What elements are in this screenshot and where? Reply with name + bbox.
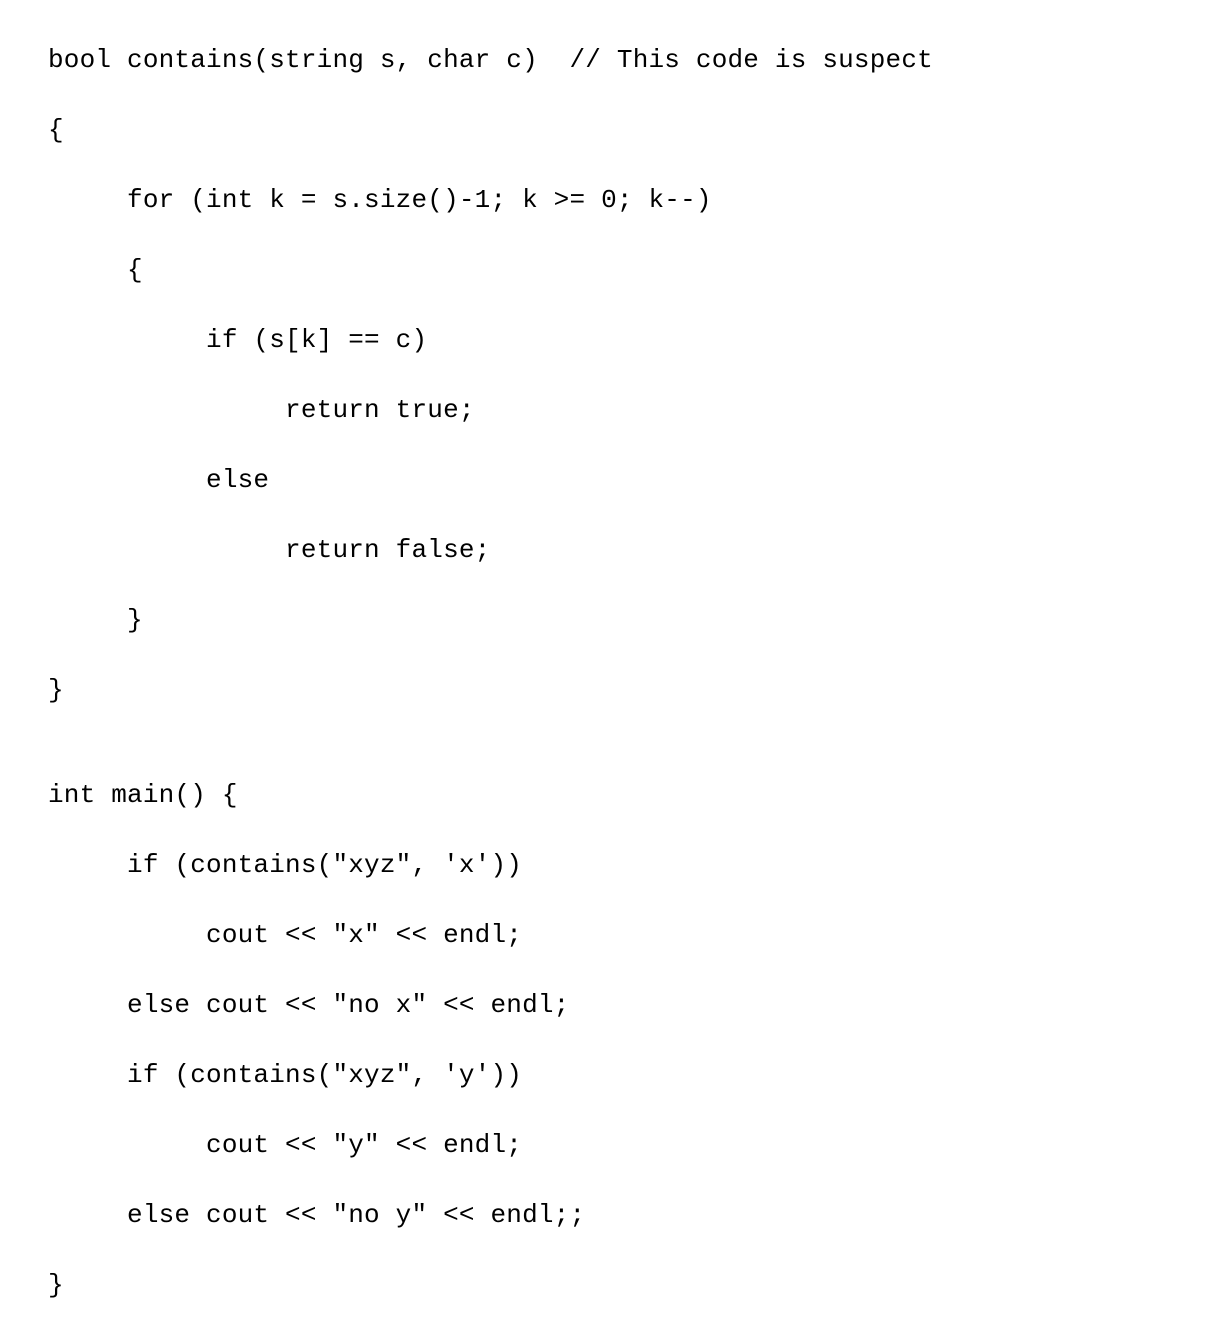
code-line: if (s[k] == c) <box>48 323 1224 358</box>
code-line: else cout << "no y" << endl;; <box>48 1198 1224 1233</box>
code-line: { <box>48 253 1224 288</box>
code-line: else <box>48 463 1224 498</box>
code-line: for (int k = s.size()-1; k >= 0; k--) <box>48 183 1224 218</box>
code-line: cout << "y" << endl; <box>48 1128 1224 1163</box>
code-line: if (contains("xyz", 'y')) <box>48 1058 1224 1093</box>
code-line: return false; <box>48 533 1224 568</box>
code-line: int main() { <box>48 778 1224 813</box>
code-line: { <box>48 113 1224 148</box>
code-line: return true; <box>48 393 1224 428</box>
code-line: } <box>48 1268 1224 1303</box>
code-page: bool contains(string s, char c) // This … <box>0 0 1224 726</box>
code-line: if (contains("xyz", 'x')) <box>48 848 1224 883</box>
code-line: } <box>48 673 1224 708</box>
code-line: else cout << "no x" << endl; <box>48 988 1224 1023</box>
code-line: } <box>48 603 1224 638</box>
code-line: bool contains(string s, char c) // This … <box>48 43 1224 78</box>
code-line: cout << "x" << endl; <box>48 918 1224 953</box>
